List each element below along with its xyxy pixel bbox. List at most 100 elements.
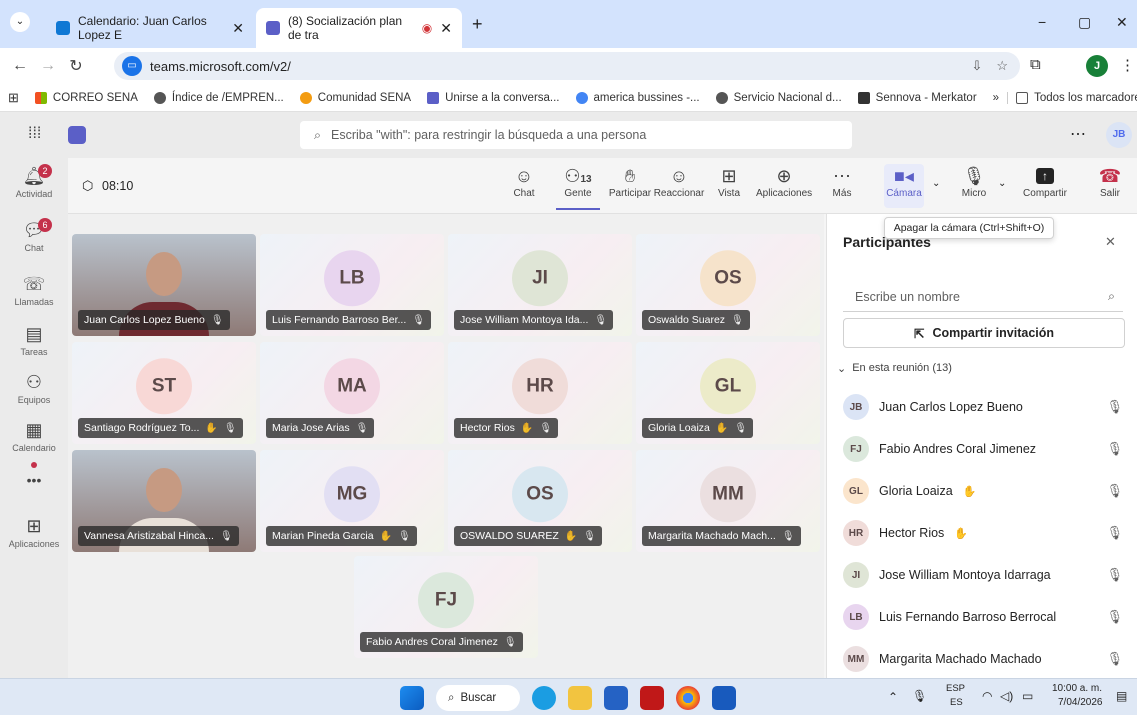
bookmark-comunidad-sena[interactable]: Comunidad SENA <box>292 91 419 104</box>
word-icon[interactable] <box>712 686 736 710</box>
extensions-icon[interactable]: ⧉ <box>1030 56 1041 73</box>
close-tab-icon[interactable]: ✕ <box>232 20 244 37</box>
wifi-icon[interactable]: ◠ <box>982 689 992 703</box>
reload-icon[interactable]: ↻ <box>62 56 90 76</box>
more-options-icon[interactable]: ⋯ <box>1070 124 1086 144</box>
apps-button[interactable]: ⊕ Aplicaciones <box>756 164 812 199</box>
chat-button[interactable]: ☺︎ Chat <box>508 164 540 199</box>
view-button[interactable]: ⊞ Vista <box>714 164 744 199</box>
bookmark-unirse[interactable]: Unirse a la conversa... <box>419 91 567 104</box>
participant-tile[interactable]: MM Margarita Machado Mach... 🎙︎ <box>636 450 820 552</box>
mic-muted-icon[interactable]: 🎙︎ <box>1106 399 1123 415</box>
mic-muted-icon[interactable]: 🎙︎ <box>1106 651 1123 667</box>
search-input[interactable]: ⌕ Escriba "with": para restringir la bús… <box>300 121 852 149</box>
mic-muted-icon[interactable]: 🎙︎ <box>1106 483 1123 499</box>
rail-more[interactable]: ••• <box>0 462 68 488</box>
rail-calls[interactable]: ☏ Llamadas <box>0 274 68 307</box>
mic-muted-icon[interactable]: 🎙︎ <box>1106 609 1123 625</box>
address-bar[interactable]: ▭ teams.microsoft.com/v2/ ⇩ ☆ <box>114 52 1020 80</box>
bookmark-correo-sena[interactable]: CORREO SENA <box>27 91 146 104</box>
app-launcher-icon[interactable]: ⁞⁞⁞ <box>28 125 41 143</box>
tab-teams-meeting[interactable]: (8) Socialización plan de tra ◉ ✕ <box>256 8 462 48</box>
chrome-icon[interactable] <box>676 686 700 710</box>
participant-row[interactable]: JB Juan Carlos Lopez Bueno 🎙︎ <box>843 390 1123 424</box>
participant-row[interactable]: JI Jose William Montoya Idarraga 🎙︎ <box>843 558 1123 592</box>
close-tab-icon[interactable]: ✕ <box>440 20 452 37</box>
share-invite-button[interactable]: ⇱ Compartir invitación <box>843 318 1125 348</box>
camera-options-chevron[interactable]: ⌄ <box>932 178 940 189</box>
participant-tile[interactable]: JI Jose William Montoya Ida... 🎙︎ <box>448 234 632 336</box>
participant-tile[interactable]: OS OSWALDO SUAREZ ✋ 🎙︎ <box>448 450 632 552</box>
participant-tile[interactable]: MA Maria Jose Arias 🎙︎ <box>260 342 444 444</box>
camera-button[interactable]: ■◂ Cámara <box>884 164 924 208</box>
minimize-button[interactable]: − <box>1038 14 1046 30</box>
rail-chat[interactable]: 💬︎ Chat 6 <box>0 218 68 253</box>
tray-mic-icon[interactable]: 🎙︎ <box>912 689 927 703</box>
notification-center-icon[interactable]: ▤ <box>1116 689 1127 703</box>
profile-avatar[interactable]: J <box>1086 55 1108 77</box>
participant-tile[interactable]: LB Luis Fernando Barroso Ber... 🎙︎ <box>260 234 444 336</box>
install-app-icon[interactable]: ⇩ <box>971 58 982 74</box>
bookmark-servicio[interactable]: Servicio Nacional d... <box>708 91 850 104</box>
participant-tile[interactable]: MG Marian Pineda Garcia ✋ 🎙︎ <box>260 450 444 552</box>
close-window-button[interactable]: ✕ <box>1116 14 1128 31</box>
participant-tile[interactable]: HR Hector Rios ✋ 🎙︎ <box>448 342 632 444</box>
volume-icon[interactable]: ◁) <box>1000 689 1013 703</box>
back-icon[interactable]: ← <box>6 57 34 75</box>
participant-row[interactable]: LB Luis Fernando Barroso Berrocal 🎙︎ <box>843 600 1123 634</box>
browser-menu-icon[interactable]: ⋮ <box>1120 56 1135 74</box>
mcafee-icon[interactable] <box>640 686 664 710</box>
file-explorer-icon[interactable] <box>568 686 592 710</box>
participant-row[interactable]: GL Gloria Loaiza ✋ 🎙︎ <box>843 474 1123 508</box>
more-button[interactable]: ⋯ Más <box>828 164 856 199</box>
restore-button[interactable]: ▢ <box>1078 14 1091 31</box>
bookmark-america[interactable]: america bussines -... <box>568 91 708 104</box>
participant-row[interactable]: HR Hector Rios ✋ 🎙︎ <box>843 516 1123 550</box>
participant-row[interactable]: MM Margarita Machado Machado 🎙︎ <box>843 642 1123 676</box>
new-tab-button[interactable]: + <box>472 14 483 35</box>
participant-row[interactable]: FJ Fabio Andres Coral Jimenez 🎙︎ <box>843 432 1123 466</box>
participant-tile[interactable]: ST Santiago Rodríguez To... ✋ 🎙︎ <box>72 342 256 444</box>
rail-calendar[interactable]: ▦ Calendario <box>0 420 68 453</box>
store-icon[interactable] <box>604 686 628 710</box>
mic-muted-icon[interactable]: 🎙︎ <box>1106 441 1123 457</box>
clock-date[interactable]: 7/04/2026 <box>1058 697 1103 708</box>
rail-teams[interactable]: ⚇ Equipos <box>0 372 68 405</box>
tab-calendar[interactable]: Calendario: Juan Carlos Lopez E ✕ <box>46 8 254 48</box>
tab-search-button[interactable]: ⌄ <box>10 12 30 32</box>
site-info-icon[interactable]: ▭ <box>122 56 142 76</box>
participant-search-input[interactable]: Escribe un nombre ⌕ <box>843 282 1123 312</box>
all-bookmarks[interactable]: Todos los marcadores <box>1007 91 1137 104</box>
user-avatar[interactable]: JB <box>1106 122 1132 148</box>
clock-time[interactable]: 10:00 a. m. <box>1052 683 1102 694</box>
bookmark-sennova[interactable]: Sennova - Merkator <box>850 91 985 104</box>
windows-start-icon[interactable] <box>400 686 424 710</box>
mic-muted-icon[interactable]: 🎙︎ <box>1106 525 1123 541</box>
share-button[interactable]: ↑ Compartir <box>1018 164 1072 199</box>
copilot-icon[interactable] <box>532 686 556 710</box>
battery-icon[interactable]: ▭ <box>1022 689 1033 703</box>
taskbar-search[interactable]: ⌕ Buscar <box>436 685 520 711</box>
forward-icon[interactable]: → <box>34 57 62 75</box>
participant-tile[interactable]: Vannesa Aristizabal Hinca... 🎙︎ <box>72 450 256 552</box>
leave-button[interactable]: ☎ Salir <box>1090 164 1130 199</box>
rail-apps[interactable]: ⊞ Aplicaciones <box>0 516 68 549</box>
react-button[interactable]: ☺ Reaccionar <box>652 164 706 199</box>
apps-grid-icon[interactable]: ⊞ <box>0 90 27 106</box>
bookmarks-overflow[interactable]: » <box>985 92 1007 104</box>
participant-tile[interactable]: Juan Carlos Lopez Bueno 🎙︎ <box>72 234 256 336</box>
rail-tasks[interactable]: ▤ Tareas <box>0 324 68 357</box>
in-meeting-section[interactable]: ⌄ En esta reunión (13) <box>837 362 952 375</box>
tray-chevron-icon[interactable]: ⌃ <box>888 690 898 704</box>
bookmark-star-icon[interactable]: ☆ <box>996 58 1008 74</box>
participant-tile[interactable]: GL Gloria Loaiza ✋ 🎙︎ <box>636 342 820 444</box>
participant-tile[interactable]: OS Oswaldo Suarez 🎙︎ <box>636 234 820 336</box>
mic-options-chevron[interactable]: ⌄ <box>998 178 1006 189</box>
mic-muted-icon[interactable]: 🎙︎ <box>1106 567 1123 583</box>
people-button[interactable]: ⚇13 Gente <box>556 164 600 210</box>
participant-tile[interactable]: FJ Fabio Andres Coral Jimenez 🎙︎ <box>354 556 538 658</box>
raise-hand-button[interactable]: ✋︎ Participar <box>604 164 656 199</box>
bookmark-indice[interactable]: Índice de /EMPREN... <box>146 91 292 104</box>
language-bottom[interactable]: ES <box>950 697 963 708</box>
rail-activity[interactable]: 🔔︎ Actividad 2 <box>0 164 68 199</box>
